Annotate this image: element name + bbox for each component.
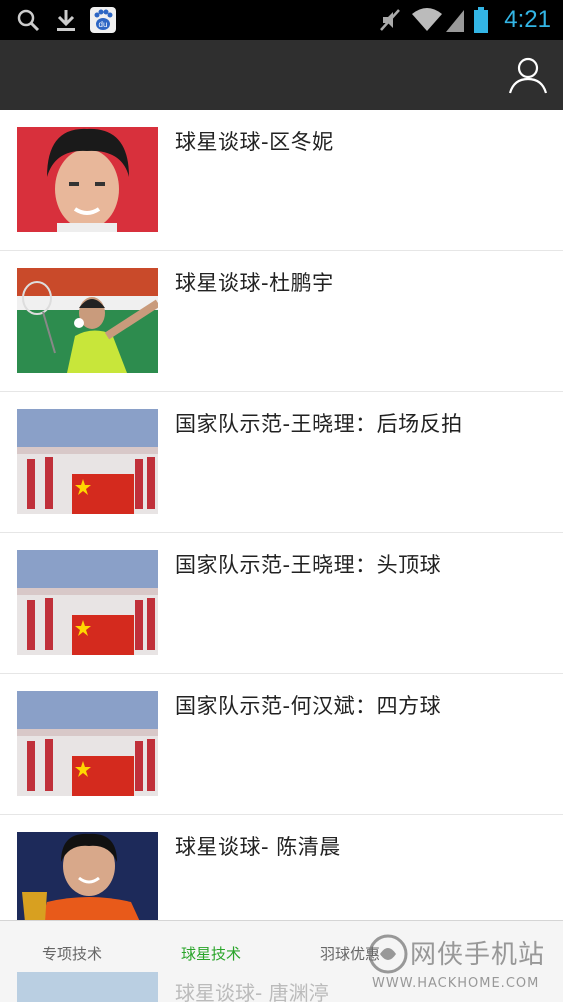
list-item[interactable]: 球星谈球- 陈清晨 bbox=[0, 815, 563, 920]
item-title: 球星谈球- 陈清晨 bbox=[175, 835, 341, 859]
wifi-icon bbox=[410, 0, 444, 40]
list-item[interactable]: 国家队示范-王晓理：后场反拍 bbox=[0, 392, 563, 533]
item-title: 球星谈球-区冬妮 bbox=[175, 130, 334, 154]
baidu-app-icon: du bbox=[88, 0, 118, 40]
signal-icon bbox=[444, 0, 466, 40]
thumbnail-player bbox=[17, 832, 158, 920]
thumbnail-team bbox=[17, 550, 158, 655]
item-title: 国家队示范-王晓理：头顶球 bbox=[175, 553, 442, 577]
watermark-text: 网侠手机站 bbox=[410, 940, 546, 970]
download-icon bbox=[54, 0, 78, 40]
baidu-badge: du bbox=[99, 20, 108, 29]
list-item[interactable]: 球星谈球-杜鹏宇 bbox=[0, 251, 563, 392]
peek-item-title: 球星谈球- 唐渊渟 bbox=[175, 981, 329, 1002]
thumbnail-team bbox=[17, 409, 158, 514]
item-title: 国家队示范-何汉斌：四方球 bbox=[175, 694, 442, 718]
battery-icon bbox=[472, 0, 490, 40]
tab-star-skills[interactable]: 球星技术 bbox=[181, 943, 241, 964]
list-item[interactable]: 国家队示范-王晓理：头顶球 bbox=[0, 533, 563, 674]
item-title: 国家队示范-王晓理：后场反拍 bbox=[175, 412, 463, 436]
watermark: 网侠手机站 WWW.HACKHOME.COM bbox=[362, 928, 562, 1000]
user-profile-button[interactable] bbox=[507, 54, 549, 96]
thumbnail-portrait bbox=[17, 127, 158, 232]
list-item[interactable]: 球星谈球-区冬妮 bbox=[0, 110, 563, 251]
watermark-url: WWW.HACKHOME.COM bbox=[372, 976, 540, 991]
app-header bbox=[0, 40, 563, 110]
thumbnail-team bbox=[17, 691, 158, 796]
status-bar: du 4:21 bbox=[0, 0, 563, 40]
watermark-logo-icon bbox=[368, 934, 408, 974]
mute-icon bbox=[378, 0, 402, 40]
video-list: 球星谈球-区冬妮 球星谈球-杜鹏宇 国家队示范-王晓理：后场反拍 国家队示范-王… bbox=[0, 110, 563, 920]
user-profile-icon bbox=[508, 57, 548, 94]
thumbnail-player bbox=[17, 268, 158, 373]
search-icon bbox=[14, 0, 42, 40]
item-title: 球星谈球-杜鹏宇 bbox=[175, 271, 334, 295]
tab-special-skills[interactable]: 专项技术 bbox=[42, 943, 102, 964]
clock: 4:21 bbox=[504, 6, 551, 33]
list-item[interactable]: 国家队示范-何汉斌：四方球 bbox=[0, 674, 563, 815]
peek-thumbnail bbox=[17, 972, 158, 1002]
